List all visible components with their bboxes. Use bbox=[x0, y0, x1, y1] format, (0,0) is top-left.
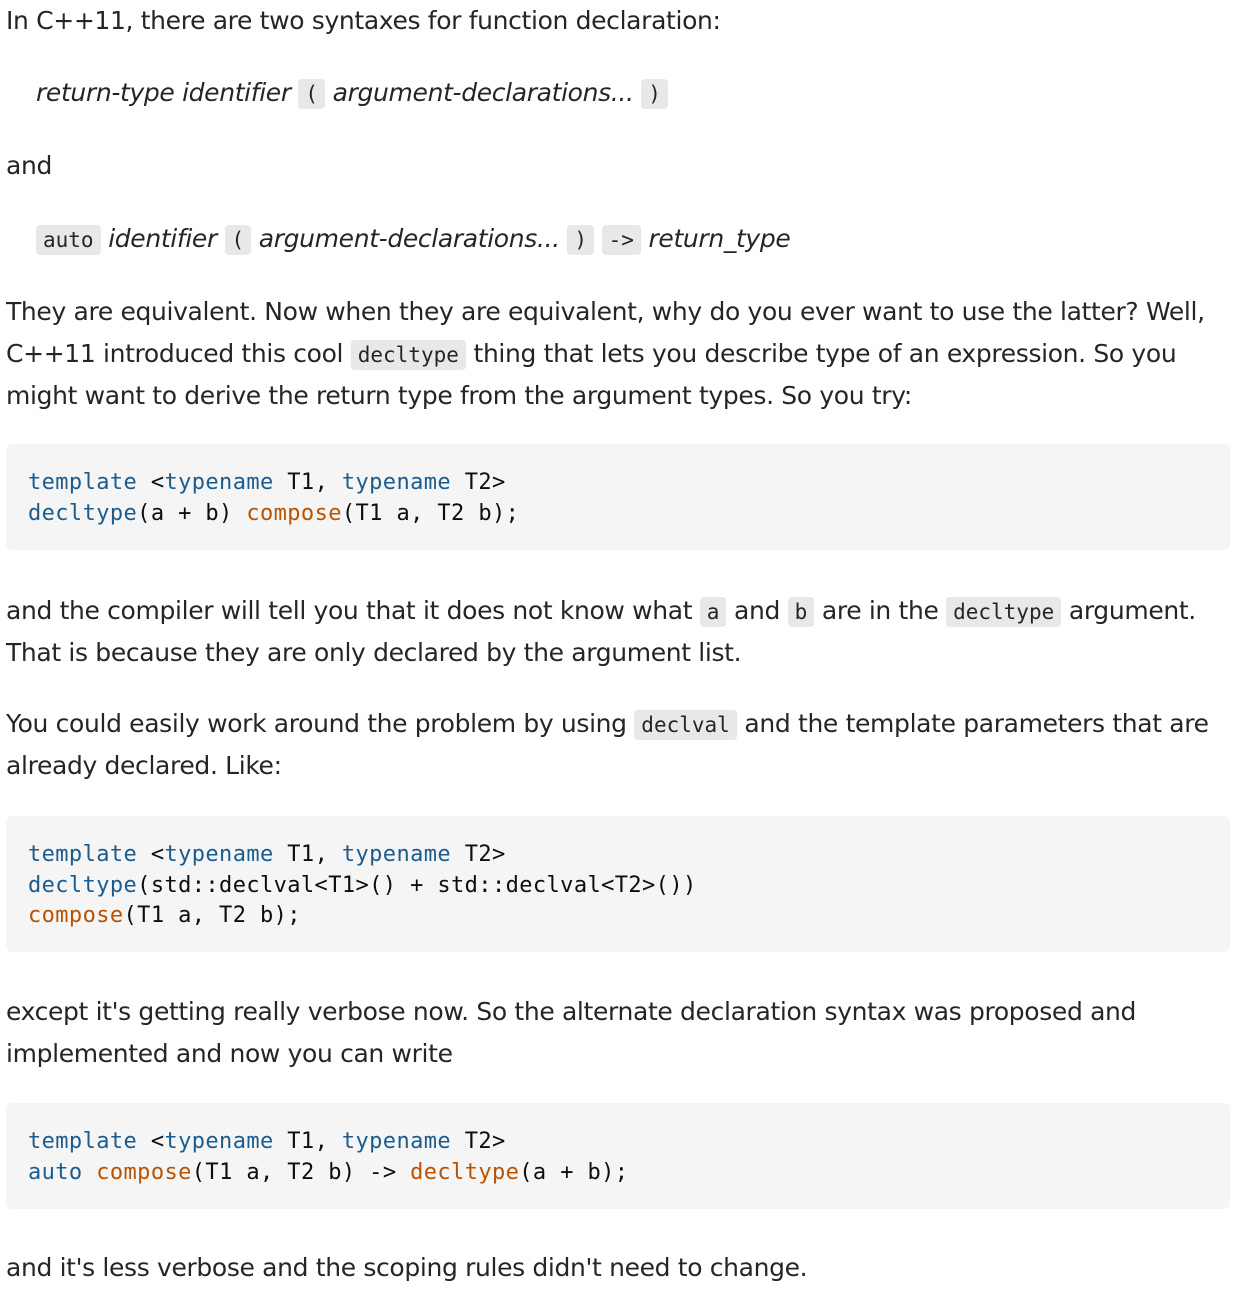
code-token: < bbox=[137, 842, 165, 867]
syntax-rparen: ) bbox=[567, 225, 594, 255]
code-token: T1, bbox=[273, 470, 342, 495]
code-token: (std::declval<T1>() + std::declval<T2>()… bbox=[137, 872, 697, 898]
code-keyword: typename bbox=[164, 1129, 274, 1154]
inline-code-decltype: decltype bbox=[350, 340, 466, 370]
syntax-identifier: identifier bbox=[182, 78, 291, 107]
code-block-2: template <typename T1, typename T2> decl… bbox=[6, 816, 1230, 952]
syntax-lparen: ( bbox=[298, 79, 326, 109]
paragraph-line: That is because they are only declared b… bbox=[6, 638, 742, 667]
paragraph-line: implemented and now you can write bbox=[6, 1039, 453, 1068]
text-span: and the compiler will tell you that it d… bbox=[6, 596, 700, 625]
code-function: compose bbox=[28, 903, 124, 928]
inline-code-a: a bbox=[699, 597, 727, 627]
code-keyword: decltype bbox=[28, 500, 138, 526]
code-text: template <typename T1, typename T2> auto… bbox=[28, 1127, 628, 1188]
code-function: compose bbox=[246, 500, 342, 526]
text-span: are in the bbox=[814, 596, 947, 625]
text-span: C++11 introduced this cool bbox=[6, 339, 351, 368]
code-keyword: typename bbox=[341, 470, 452, 495]
syntax-return-type: return_type bbox=[648, 224, 791, 253]
inline-code-decltype: decltype bbox=[946, 597, 1062, 627]
code-keyword: template bbox=[28, 842, 138, 867]
paragraph-line: except it's getting really verbose now. … bbox=[6, 997, 1137, 1026]
code-token: < bbox=[137, 1129, 165, 1154]
syntax-args: argument-declarations... bbox=[332, 78, 634, 107]
syntax-rparen: ) bbox=[641, 79, 668, 109]
answer-body: In C++11, there are two syntaxes for fun… bbox=[0, 0, 1237, 1297]
code-keyword: template bbox=[28, 1129, 138, 1154]
code-text: template <typename T1, typename T2> decl… bbox=[28, 468, 519, 529]
paragraph-line: already declared. Like: bbox=[6, 751, 282, 780]
code-keyword: typename bbox=[164, 842, 274, 867]
code-keyword: auto bbox=[28, 1159, 83, 1185]
code-keyword: typename bbox=[341, 1129, 452, 1154]
code-function: compose bbox=[96, 1159, 192, 1185]
text-span: You could easily work around the problem… bbox=[6, 709, 635, 738]
code-token: T2> bbox=[451, 842, 506, 867]
code-token: (a + b); bbox=[519, 1159, 629, 1185]
code-block-3: template <typename T1, typename T2> auto… bbox=[6, 1103, 1230, 1209]
paragraph-line: They are equivalent. Now when they are e… bbox=[6, 297, 1205, 326]
code-keyword: typename bbox=[341, 842, 452, 867]
code-token: (a + b) bbox=[137, 500, 247, 526]
code-token: (T1 a, T2 b) -> bbox=[191, 1159, 411, 1185]
text-span: thing that lets you describe type of an … bbox=[465, 339, 1177, 368]
syntax-auto: auto bbox=[36, 225, 101, 255]
code-token: T1, bbox=[273, 1129, 342, 1154]
outro-text: and it's less verbose and the scoping ru… bbox=[6, 1253, 808, 1282]
inline-code-declval: declval bbox=[634, 710, 737, 740]
code-keyword: decltype bbox=[28, 872, 138, 898]
paragraph-line: C++11 introduced this cool decltype thin… bbox=[6, 333, 1177, 376]
code-keyword: template bbox=[28, 470, 138, 495]
text-span: argument. bbox=[1061, 596, 1196, 625]
syntax-traditional: return-type identifier ( argument-declar… bbox=[36, 72, 668, 115]
syntax-trailing: auto identifier ( argument-declarations.… bbox=[36, 218, 791, 261]
code-token: T2> bbox=[451, 1129, 506, 1154]
code-token: (T1 a, T2 b); bbox=[123, 903, 301, 928]
code-keyword: typename bbox=[164, 470, 274, 495]
paragraph-line: might want to derive the return type fro… bbox=[6, 381, 912, 410]
syntax-arrow: -> bbox=[601, 225, 641, 255]
code-text: template <typename T1, typename T2> decl… bbox=[28, 840, 697, 932]
and-text: and bbox=[6, 151, 52, 180]
syntax-identifier: identifier bbox=[108, 224, 217, 253]
text-span: and the template parameters that are bbox=[736, 709, 1209, 738]
code-token: T1, bbox=[273, 842, 342, 867]
text-span: and bbox=[726, 596, 788, 625]
inline-code-b: b bbox=[787, 597, 815, 627]
code-token: < bbox=[137, 470, 165, 495]
code-function: decltype bbox=[410, 1159, 520, 1185]
paragraph-line: and the compiler will tell you that it d… bbox=[6, 590, 1196, 633]
syntax-args: argument-declarations... bbox=[258, 224, 560, 253]
intro-text: In C++11, there are two syntaxes for fun… bbox=[6, 6, 721, 35]
code-block-1: template <typename T1, typename T2> decl… bbox=[6, 444, 1230, 550]
paragraph-line: You could easily work around the problem… bbox=[6, 703, 1209, 746]
syntax-lparen: ( bbox=[224, 225, 252, 255]
code-token: T2> bbox=[451, 470, 506, 495]
code-token: (T1 a, T2 b); bbox=[341, 500, 520, 526]
syntax-return-type: return-type bbox=[36, 78, 175, 107]
